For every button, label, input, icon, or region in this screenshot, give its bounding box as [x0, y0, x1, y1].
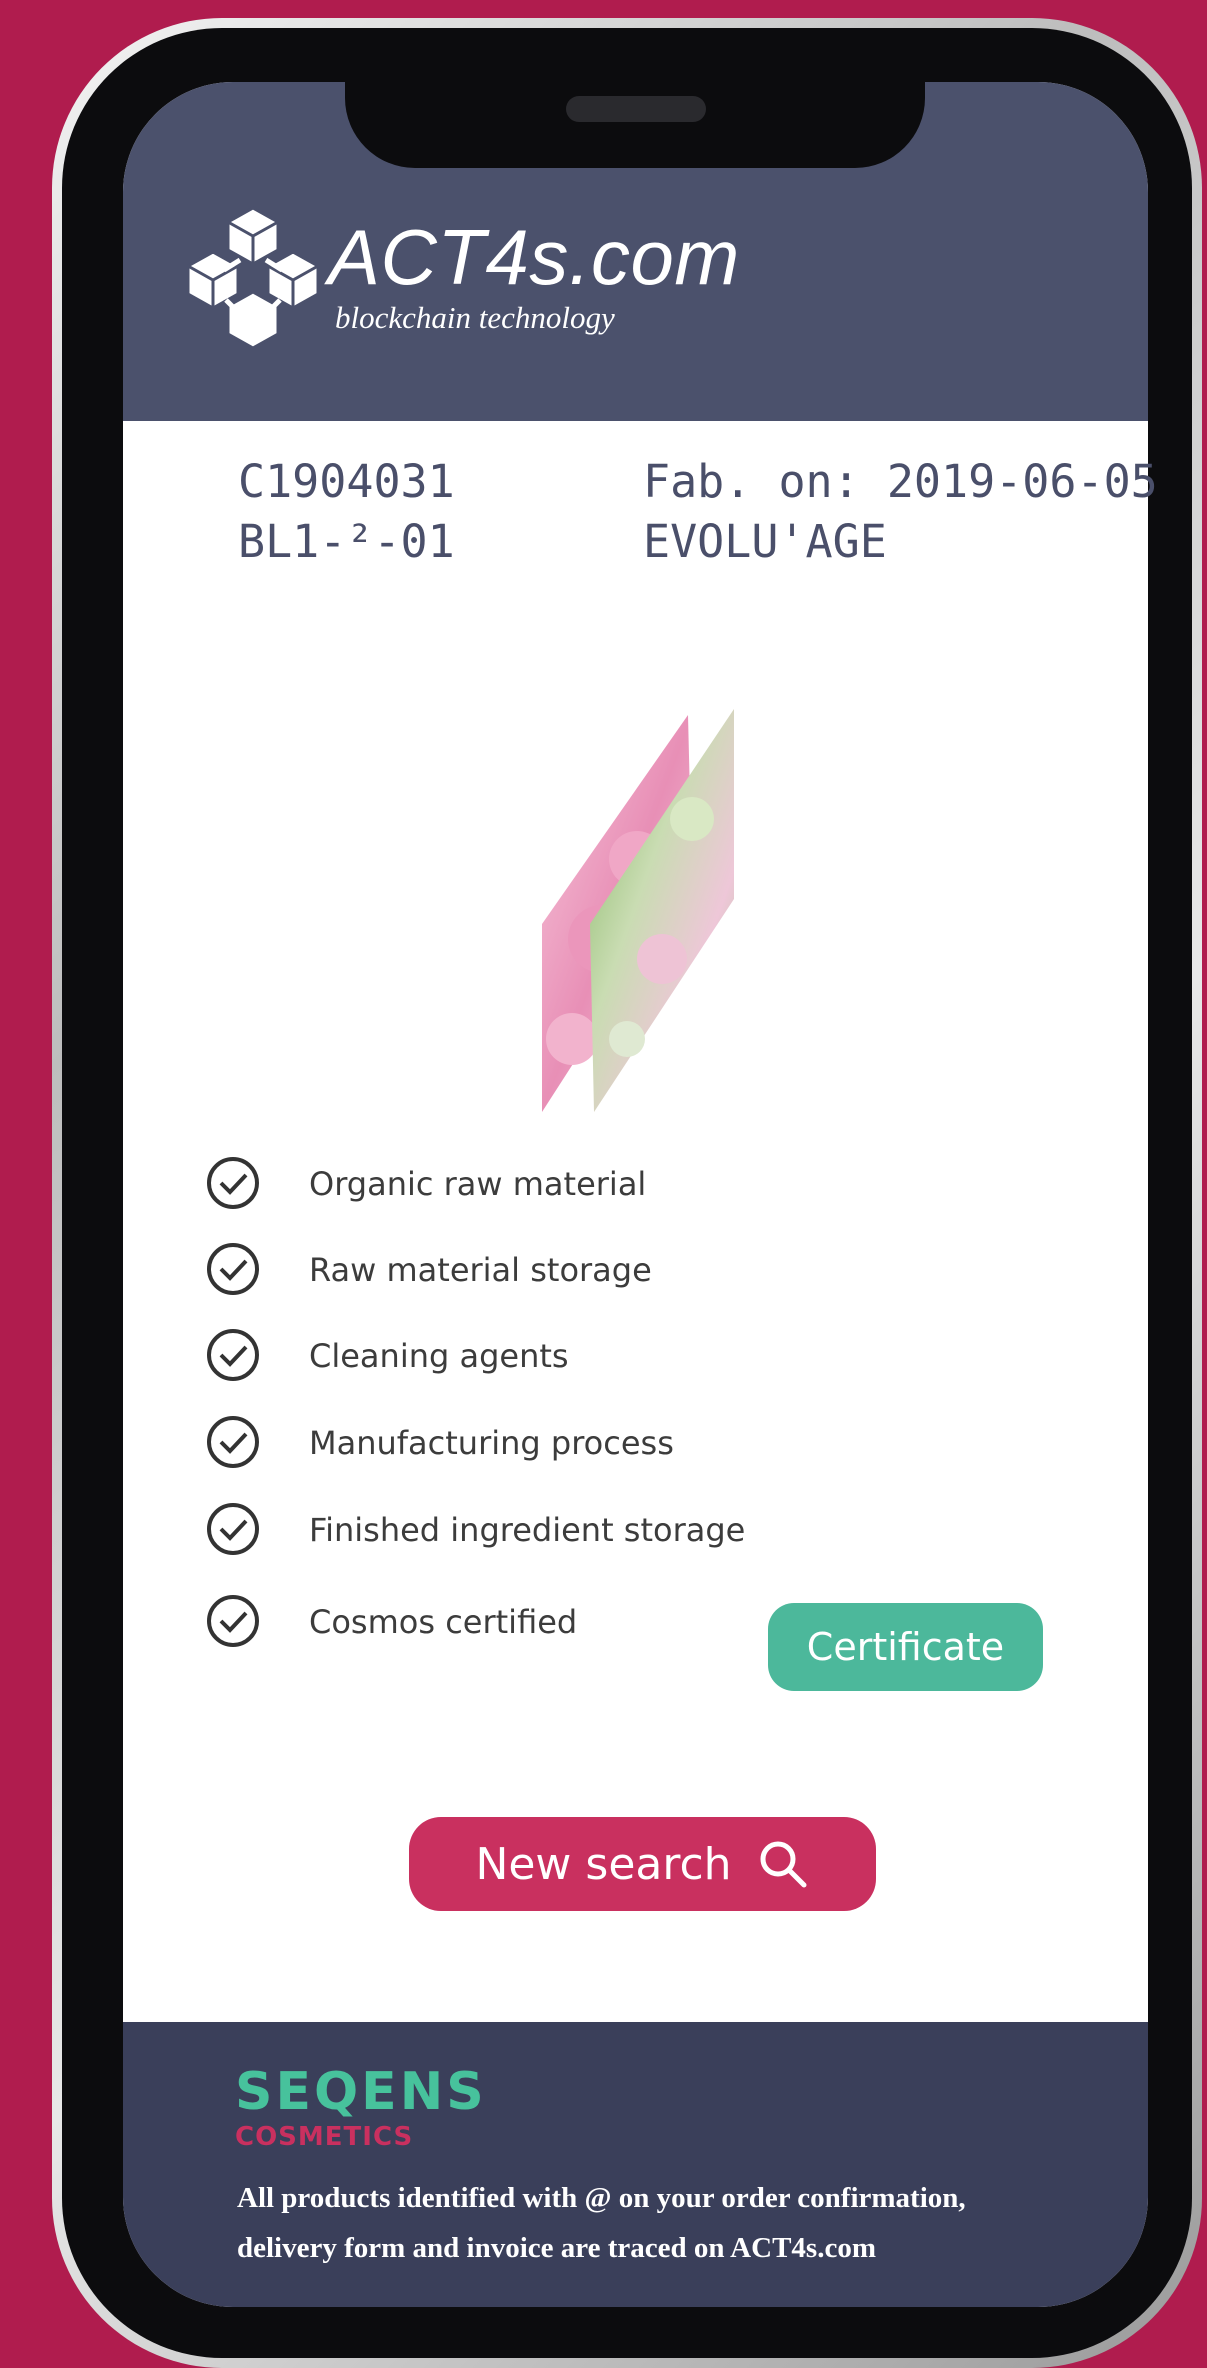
- hexagon-cube-logo-icon: [186, 206, 320, 350]
- check-circle-icon: [207, 1416, 259, 1468]
- product-id-block: C1904031 BL1-²-01: [238, 452, 455, 572]
- list-item: Organic raw material: [205, 1155, 905, 1215]
- product-meta-block: Fab. on: 2019-06-05 EVOLU'AGE: [643, 452, 1158, 572]
- phone-notch: [345, 82, 925, 168]
- check-label: Cleaning agents: [309, 1337, 569, 1375]
- new-search-button[interactable]: New search: [409, 1817, 876, 1911]
- brand-title: ACT4s.com: [328, 213, 740, 301]
- product-name: EVOLU'AGE: [643, 515, 887, 568]
- list-item: Raw material storage: [205, 1241, 905, 1301]
- fabrication-date: Fab. on: 2019-06-05: [643, 455, 1158, 508]
- check-circle-icon: [207, 1503, 259, 1555]
- check-circle-icon: [207, 1329, 259, 1381]
- check-label: Manufacturing process: [309, 1424, 674, 1462]
- phone-speaker: [566, 96, 706, 122]
- brand-subtitle: blockchain technology: [335, 300, 615, 335]
- list-item: Finished ingredient storage: [205, 1501, 905, 1561]
- traceability-note: All products identified with @ on your o…: [237, 2182, 966, 2264]
- new-search-label: New search: [475, 1838, 732, 1890]
- list-item: Cleaning agents: [205, 1327, 905, 1387]
- seqens-brand-name: SEQENS: [235, 2062, 487, 2122]
- list-item: Manufacturing process: [205, 1414, 905, 1474]
- certificate-button[interactable]: Certificate: [768, 1603, 1043, 1691]
- check-label: Finished ingredient storage: [309, 1511, 746, 1549]
- check-label: Raw material storage: [309, 1251, 652, 1289]
- check-label: Cosmos certified: [309, 1603, 578, 1641]
- check-label: Organic raw material: [309, 1165, 647, 1203]
- checklist: Organic raw material Raw material storag…: [205, 1155, 1005, 1665]
- check-circle-icon: [207, 1595, 259, 1647]
- product-code: C1904031: [238, 455, 455, 508]
- flower-product-image: [542, 709, 734, 1112]
- search-icon: [760, 1841, 807, 1888]
- check-circle-icon: [207, 1157, 259, 1209]
- check-circle-icon: [207, 1243, 259, 1295]
- seqens-brand-sub: COSMETICS: [235, 2122, 414, 2152]
- product-batch: BL1-²-01: [238, 515, 455, 568]
